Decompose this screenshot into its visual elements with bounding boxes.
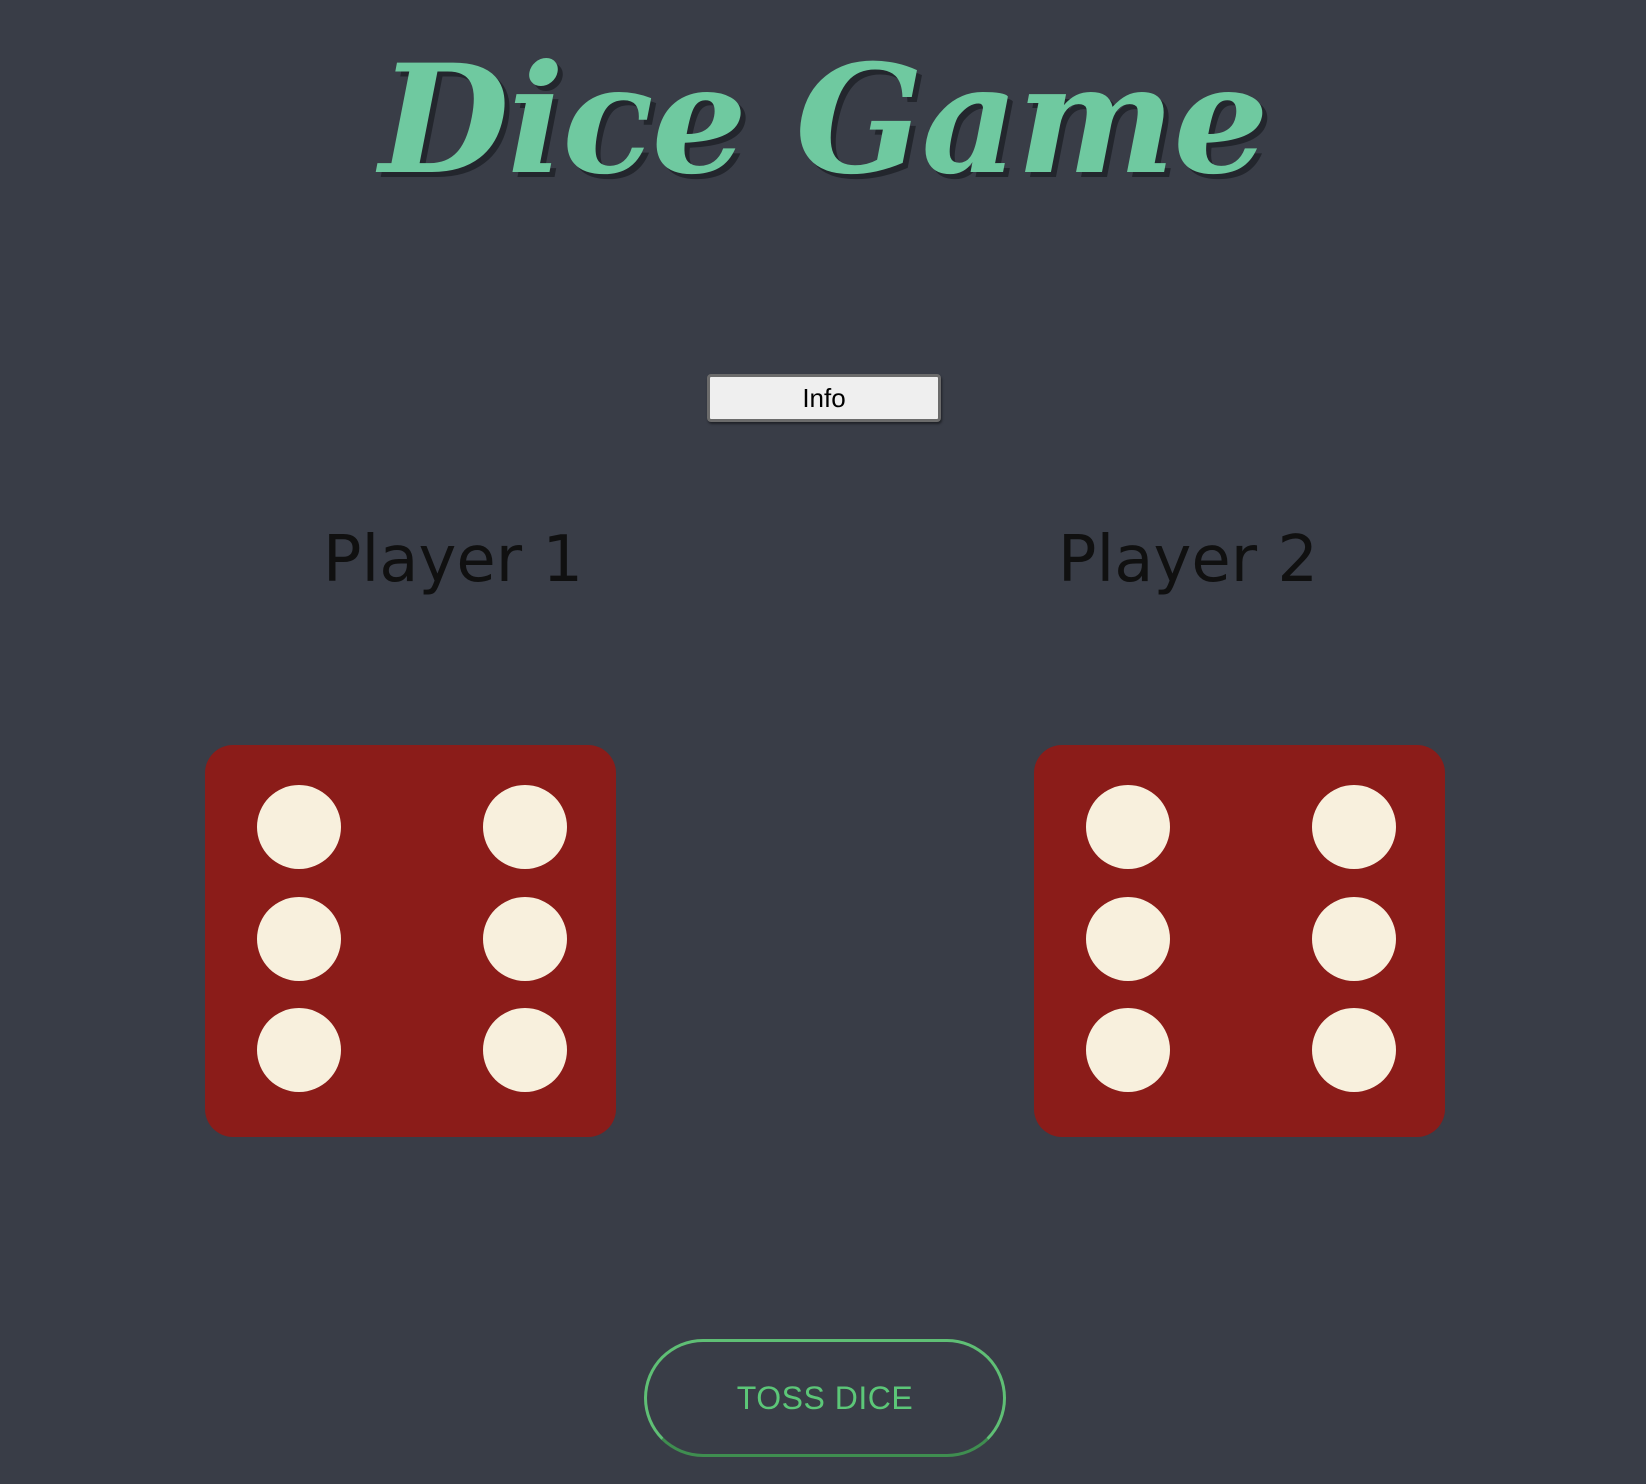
die-pip	[483, 1008, 567, 1092]
die-pip	[483, 897, 567, 981]
player-1-die	[205, 745, 616, 1137]
die-pip	[257, 897, 341, 981]
die-pip	[1086, 785, 1170, 869]
die-pip	[1312, 785, 1396, 869]
player-2-label: Player 2	[1057, 523, 1319, 597]
die-pip	[1086, 897, 1170, 981]
die-pip	[1086, 1008, 1170, 1092]
toss-dice-button[interactable]: TOSS DICE	[644, 1339, 1006, 1457]
die-pip	[257, 1008, 341, 1092]
die-pip	[1312, 897, 1396, 981]
player-2-die	[1034, 745, 1445, 1137]
player-1-label: Player 1	[322, 523, 584, 597]
info-button[interactable]: Info	[707, 374, 941, 422]
game-title: Dice Game	[379, 32, 1269, 208]
die-pip	[483, 785, 567, 869]
die-pip	[1312, 1008, 1396, 1092]
die-pip	[257, 785, 341, 869]
